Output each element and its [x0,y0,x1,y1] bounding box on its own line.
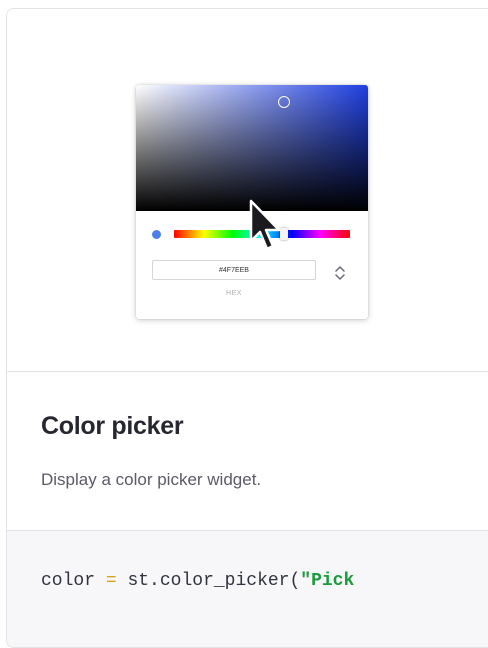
code-snippet[interactable]: color = st.color_picker("Pick [7,530,488,647]
card-description: Display a color picker widget. [41,470,262,489]
color-picker-card[interactable]: HEX Color picker Display a color picker … [6,8,488,648]
code-line: color = st.color_picker("Pick [41,571,354,591]
hex-label: HEX [226,290,242,297]
saturation-value-area[interactable] [136,85,368,211]
preview-area: HEX [7,9,488,372]
mouse-pointer-icon [249,199,281,251]
code-function-call: st.color_picker( [127,571,301,591]
card-title[interactable]: Color picker [41,412,184,441]
color-mode-toggle[interactable] [332,262,348,284]
hex-input[interactable] [152,260,316,280]
up-down-chevron-icon [335,266,345,280]
card-info: Color picker Display a color picker widg… [7,372,488,530]
code-variable: color [41,571,96,591]
color-swatch [152,230,161,239]
saturation-handle[interactable] [278,96,290,108]
code-operator: = [105,571,117,591]
code-string: "Pick [300,571,355,591]
